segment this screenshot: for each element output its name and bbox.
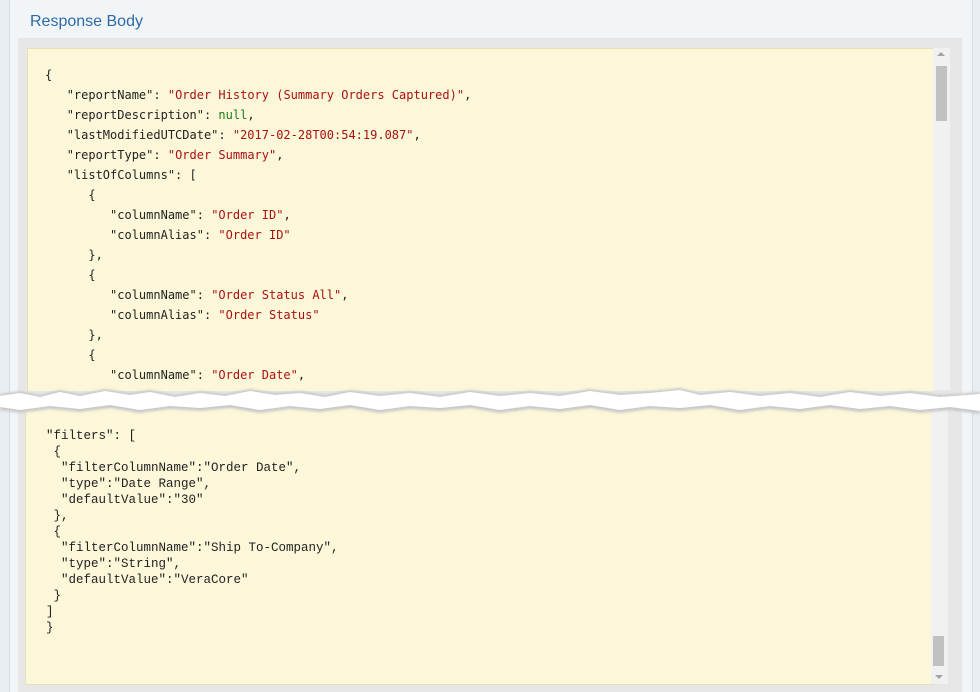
json-line: { (46, 445, 62, 459)
json-line: "reportType": "Order Summary", (66, 148, 284, 162)
json-line: "defaultValue":"30" (46, 493, 204, 507)
json-text-top: { "reportName": "Order History (Summary … (45, 65, 471, 385)
json-line: "filterColumnName":"Ship To-Company", (46, 541, 339, 555)
json-line: "columnAlias": "Order Status" (110, 308, 320, 322)
torn-edge-divider (0, 388, 980, 414)
json-line: }, (46, 509, 69, 523)
scrollbar-thumb-top[interactable] (936, 66, 947, 121)
json-line: ] (46, 605, 54, 619)
json-line: "defaultValue":"VeraCore" (46, 573, 249, 587)
json-line: "type":"Date Range", (46, 477, 212, 491)
json-text-bottom: "filters": [ { "filterColumnName":"Order… (46, 428, 339, 636)
panel-title: Response Body (30, 13, 143, 30)
json-line: { (45, 68, 53, 82)
json-line: "columnName": "Order Status All", (110, 288, 349, 302)
json-line: } (46, 621, 54, 635)
json-line: "filters": [ (46, 429, 137, 443)
json-line: { (46, 525, 62, 539)
json-line: "type":"String", (46, 557, 182, 571)
scrollbar-bottom[interactable] (931, 408, 948, 684)
json-line: "columnName": "Order ID", (110, 208, 291, 222)
page-background: Response Body { "reportName": "Order His… (0, 0, 980, 692)
json-line: }, (88, 248, 103, 262)
scrollbar-thumb-bottom[interactable] (933, 636, 944, 666)
scrollbar-top[interactable] (933, 48, 950, 390)
json-line: "reportDescription": null, (66, 108, 255, 122)
json-line: { (88, 188, 96, 202)
json-line: "columnName": "Order Date", (110, 368, 306, 382)
scroll-up-arrow-icon[interactable] (937, 52, 945, 56)
json-line: }, (88, 328, 103, 342)
json-line: "lastModifiedUTCDate": "2017-02-28T00:54… (66, 128, 421, 142)
response-body-code-top[interactable]: { "reportName": "Order History (Summary … (27, 48, 935, 391)
response-body-code-bottom[interactable]: "filters": [ { "filterColumnName":"Order… (25, 408, 935, 685)
json-line: "reportName": "Order History (Summary Or… (66, 88, 472, 102)
json-line: "filterColumnName":"Order Date", (46, 461, 302, 475)
json-line: "columnAlias": "Order ID" (110, 228, 291, 242)
json-line: { (88, 348, 96, 362)
json-line: "listOfColumns": [ (66, 168, 197, 182)
json-line: { (88, 268, 96, 282)
scroll-down-arrow-icon[interactable] (935, 675, 943, 679)
json-line: } (46, 589, 62, 603)
